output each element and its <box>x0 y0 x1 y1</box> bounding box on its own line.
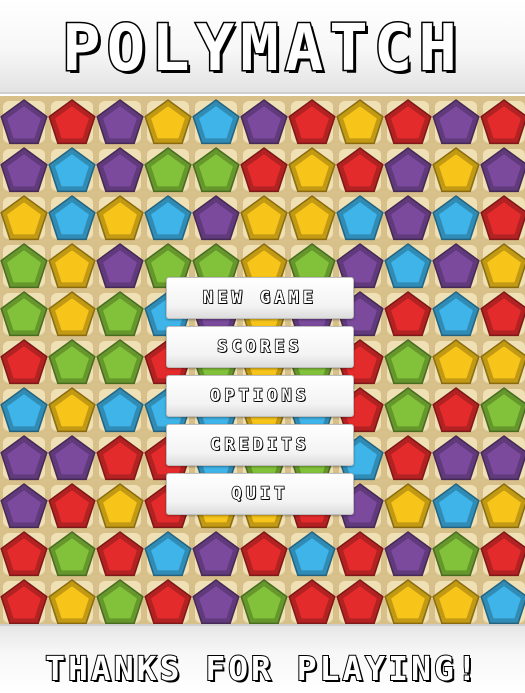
options-button[interactable]: OPTIONS <box>166 375 354 417</box>
scores-button[interactable]: SCORES <box>166 326 354 368</box>
main-menu: NEW GAME SCORES OPTIONS CREDITS QUIT <box>166 277 356 522</box>
credits-button[interactable]: CREDITS <box>166 424 354 466</box>
new-game-button[interactable]: NEW GAME <box>166 277 354 319</box>
quit-button[interactable]: QUIT <box>166 473 354 515</box>
game-title: POLYMATCH <box>61 11 463 88</box>
footer-banner: THANKS FOR PLAYING! <box>0 624 525 693</box>
thanks-message: THANKS FOR PLAYING! <box>44 648 480 689</box>
title-banner: POLYMATCH <box>0 0 525 94</box>
